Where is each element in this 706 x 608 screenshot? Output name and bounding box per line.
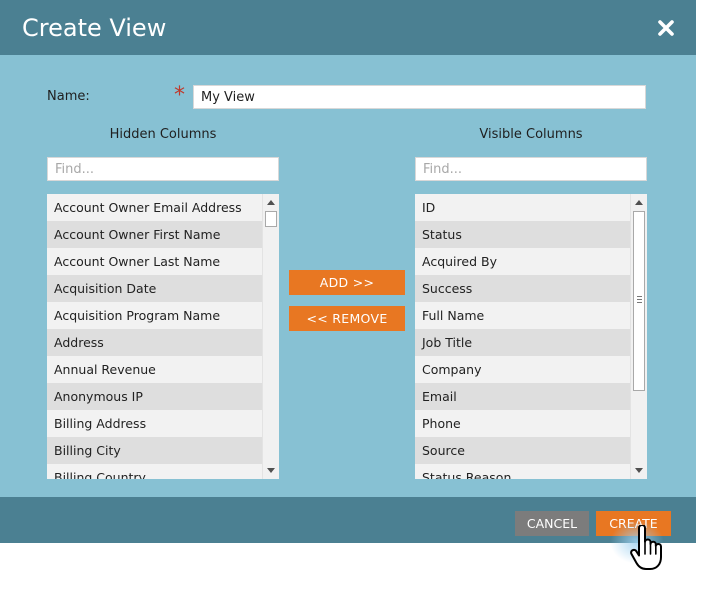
- hidden-columns-search-input[interactable]: [47, 157, 279, 181]
- list-item[interactable]: Acquisition Program Name: [47, 302, 262, 329]
- scrollbar-thumb[interactable]: [265, 211, 277, 227]
- list-item[interactable]: Billing Country: [47, 464, 262, 479]
- list-item[interactable]: Full Name: [415, 302, 630, 329]
- list-item[interactable]: Success: [415, 275, 630, 302]
- grip-line: [637, 302, 642, 303]
- list-item[interactable]: Account Owner First Name: [47, 221, 262, 248]
- list-item[interactable]: Status: [415, 221, 630, 248]
- visible-columns-scrollbar[interactable]: [630, 194, 647, 479]
- visible-columns-items: ID Status Acquired By Success Full Name …: [415, 194, 630, 479]
- visible-columns-search-input[interactable]: [415, 157, 647, 181]
- list-item[interactable]: Acquisition Date: [47, 275, 262, 302]
- dialog-header: Create View: [0, 0, 696, 55]
- remove-button[interactable]: << REMOVE: [289, 306, 405, 331]
- hidden-columns-scrollbar[interactable]: [262, 194, 279, 479]
- list-item[interactable]: Company: [415, 356, 630, 383]
- list-item[interactable]: Billing Address: [47, 410, 262, 437]
- scroll-down-arrow-icon[interactable]: [267, 468, 275, 473]
- cancel-button[interactable]: CANCEL: [515, 511, 589, 536]
- list-item[interactable]: Annual Revenue: [47, 356, 262, 383]
- hidden-columns-items: Account Owner Email Address Account Owne…: [47, 194, 262, 479]
- grip-line: [637, 299, 642, 300]
- required-indicator: *: [174, 83, 185, 108]
- close-button[interactable]: [652, 14, 680, 42]
- add-button[interactable]: ADD >>: [289, 270, 405, 295]
- scroll-up-arrow-icon[interactable]: [267, 200, 275, 205]
- list-item[interactable]: ID: [415, 194, 630, 221]
- scroll-up-arrow-icon[interactable]: [635, 200, 643, 205]
- hidden-columns-heading: Hidden Columns: [109, 127, 217, 142]
- list-item[interactable]: Job Title: [415, 329, 630, 356]
- scrollbar-thumb[interactable]: [633, 211, 645, 391]
- list-item[interactable]: Account Owner Last Name: [47, 248, 262, 275]
- list-item[interactable]: Anonymous IP: [47, 383, 262, 410]
- name-input[interactable]: [193, 85, 646, 109]
- list-item[interactable]: Account Owner Email Address: [47, 194, 262, 221]
- scroll-down-arrow-icon[interactable]: [635, 468, 643, 473]
- list-item[interactable]: Source: [415, 437, 630, 464]
- dialog-title: Create View: [22, 14, 167, 42]
- list-item[interactable]: Acquired By: [415, 248, 630, 275]
- hidden-columns-list[interactable]: Account Owner Email Address Account Owne…: [47, 194, 279, 479]
- list-item[interactable]: Billing City: [47, 437, 262, 464]
- close-icon: [658, 20, 674, 36]
- name-label: Name:: [47, 89, 90, 104]
- create-view-dialog: Create View Name: * Hidden Columns Visib…: [0, 0, 696, 543]
- grip-line: [637, 296, 642, 297]
- dialog-footer: [0, 497, 696, 543]
- list-item[interactable]: Email: [415, 383, 630, 410]
- list-item[interactable]: Phone: [415, 410, 630, 437]
- list-item[interactable]: Status Reason: [415, 464, 630, 479]
- visible-columns-list[interactable]: ID Status Acquired By Success Full Name …: [415, 194, 647, 479]
- hand-pointer-icon: [630, 525, 662, 570]
- list-item[interactable]: Address: [47, 329, 262, 356]
- visible-columns-heading: Visible Columns: [479, 127, 583, 142]
